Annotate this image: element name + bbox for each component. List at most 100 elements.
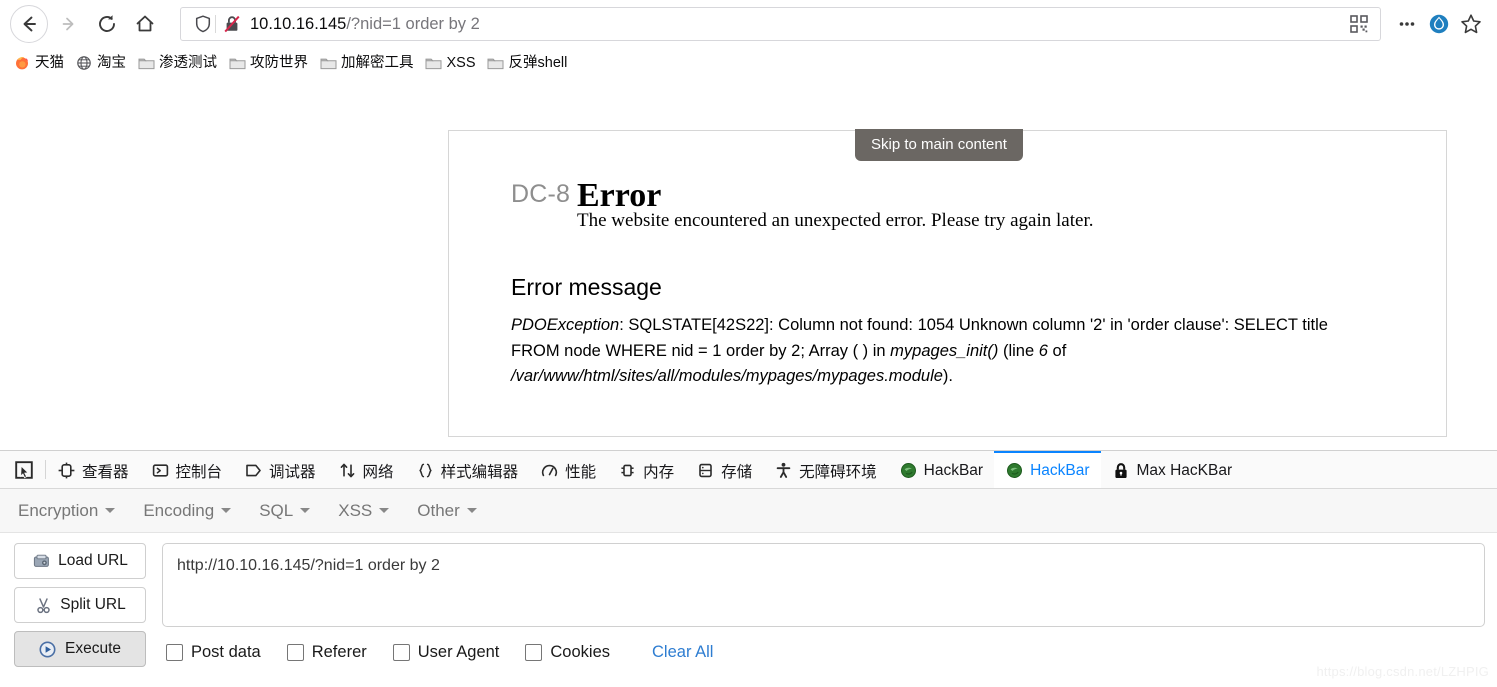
devtools-tab-label: 样式编辑器 — [440, 463, 519, 481]
drupal-drop-icon[interactable] — [1423, 8, 1455, 40]
reload-icon — [99, 15, 115, 32]
hackbar-menu-xss[interactable]: XSS — [338, 501, 405, 521]
console-icon — [151, 461, 170, 480]
devtools-tab-style-editor[interactable]: 样式编辑器 — [405, 451, 530, 488]
url-input[interactable]: http://10.10.16.145/?nid=1 order by 2 — [162, 543, 1485, 627]
devtools-tab-performance[interactable]: 性能 — [529, 451, 607, 488]
storage-icon — [696, 461, 715, 480]
hackbar-menu-label: SQL — [259, 500, 294, 520]
devtools-tab-label: 无障碍环境 — [799, 463, 877, 481]
hackbar-body: Load URL Split URL Execute http://10.10.… — [0, 533, 1497, 667]
chevron-down-icon — [379, 508, 390, 513]
devtools-tab-label: 内存 — [643, 463, 675, 481]
user-agent-option[interactable]: User Agent — [392, 643, 499, 662]
bookmark-item[interactable]: 天猫 — [10, 51, 70, 75]
folder-icon — [319, 55, 337, 71]
devtools-tab-storage[interactable]: 存储 — [685, 451, 763, 488]
address-bar[interactable]: 10.10.16.145/?nid=1 order by 2 — [180, 7, 1381, 41]
skip-to-main-content-link[interactable]: Skip to main content — [855, 129, 1023, 161]
qr-code-icon[interactable] — [1344, 10, 1374, 38]
cookies-checkbox[interactable] — [525, 644, 543, 661]
chevron-down-icon — [466, 508, 477, 513]
hackbar-menu-label: XSS — [338, 500, 373, 520]
devtools-panel: 查看器 控制台 调试器 网络 样式编辑器 性能 内存 存储 无障碍环境 Hack… — [0, 450, 1497, 687]
post-data-label: Post data — [191, 643, 261, 661]
hackbar-green-icon — [1005, 461, 1024, 480]
bookmark-item[interactable]: 淘宝 — [72, 51, 132, 75]
bookmarks-bar: 天猫 淘宝 渗透测试 攻防世界 加解密工具 XSS 反弹shell — [0, 48, 1497, 78]
devtools-tab-label: 性能 — [565, 463, 597, 481]
hackbar-menu-encoding[interactable]: Encoding — [143, 501, 247, 521]
user-agent-checkbox[interactable] — [392, 644, 410, 661]
devtools-tab-memory[interactable]: 内存 — [607, 451, 685, 488]
hackbar-menu-label: Encryption — [18, 500, 99, 520]
forward-button[interactable] — [52, 7, 86, 41]
reload-button[interactable] — [90, 7, 124, 41]
referer-option[interactable]: Referer — [286, 643, 367, 662]
crossed-padlock-icon[interactable] — [222, 14, 242, 34]
execute-button[interactable]: Execute — [14, 631, 146, 667]
devtools-tab-label: 网络 — [362, 463, 394, 481]
clear-all-link[interactable]: Clear All — [652, 643, 713, 662]
page-lede: The website encountered an unexpected er… — [577, 210, 1094, 231]
play-icon — [39, 640, 57, 658]
inspector-icon — [57, 461, 76, 480]
element-picker-icon[interactable] — [6, 451, 45, 488]
hackbar-menu-label: Other — [417, 500, 460, 520]
ellipsis-icon[interactable] — [1391, 8, 1423, 40]
chevron-down-icon — [300, 508, 311, 513]
hackbar-menu-label: Encoding — [143, 500, 215, 520]
home-icon — [136, 15, 154, 32]
devtools-tab-hackbar-2[interactable]: HackBar — [994, 451, 1101, 488]
devtools-tab-network[interactable]: 网络 — [327, 451, 405, 488]
watermark: https://blog.csdn.net/LZHPIG — [1316, 664, 1489, 679]
hackbar-menu-sql[interactable]: SQL — [259, 501, 326, 521]
arrow-left-icon — [23, 16, 36, 32]
bookmark-folder[interactable]: 反弹shell — [484, 51, 574, 75]
error-text-2: (line — [998, 341, 1039, 360]
devtools-tab-console[interactable]: 控制台 — [140, 451, 234, 488]
referer-checkbox[interactable] — [286, 644, 304, 661]
home-button[interactable] — [128, 7, 162, 41]
chevron-down-icon — [221, 508, 232, 513]
devtools-tab-hackbar-1[interactable]: HackBar — [888, 451, 994, 488]
bookmark-folder[interactable]: 渗透测试 — [134, 51, 223, 75]
memory-icon — [618, 461, 637, 480]
bookmark-folder[interactable]: 攻防世界 — [225, 51, 314, 75]
braces-icon — [416, 461, 435, 480]
bookmark-label: 反弹shell — [508, 55, 568, 71]
cookies-label: Cookies — [550, 643, 611, 661]
firefox-icon — [13, 55, 31, 71]
referer-label: Referer — [311, 643, 367, 661]
hackbar-menu-encryption[interactable]: Encryption — [18, 501, 131, 521]
hackbar-menu-other[interactable]: Other — [417, 501, 493, 521]
devtools-tab-debugger[interactable]: 调试器 — [233, 451, 327, 488]
devtools-tab-max-hackbar[interactable]: Max HacKBar — [1101, 451, 1244, 488]
bookmark-label: 加解密工具 — [341, 55, 414, 71]
back-button[interactable] — [10, 5, 48, 43]
hackbar-button-column: Load URL Split URL Execute — [14, 543, 162, 667]
star-icon[interactable] — [1455, 8, 1487, 40]
error-text-3: of — [1047, 341, 1067, 360]
scissors-icon — [34, 596, 52, 614]
bookmark-label: 攻防世界 — [250, 55, 308, 71]
bookmark-folder[interactable]: XSS — [422, 51, 482, 75]
split-url-label: Split URL — [60, 596, 126, 613]
devtools-tab-accessibility[interactable]: 无障碍环境 — [763, 451, 888, 488]
bookmark-label: 天猫 — [35, 55, 64, 71]
cookies-option[interactable]: Cookies — [525, 643, 610, 662]
post-data-option[interactable]: Post data — [166, 643, 261, 662]
file-path: /var/www/html/sites/all/modules/mypages/… — [511, 367, 943, 385]
split-url-button[interactable]: Split URL — [14, 587, 146, 623]
accessibility-person-icon — [774, 461, 793, 480]
error-message-body: PDOException: SQLSTATE[42S22]: Column no… — [511, 313, 1356, 390]
devtools-tab-label: HackBar — [923, 461, 984, 479]
devtools-tab-inspector[interactable]: 查看器 — [46, 451, 140, 488]
post-data-checkbox[interactable] — [166, 644, 183, 661]
load-url-button[interactable]: Load URL — [14, 543, 146, 579]
load-url-label: Load URL — [58, 552, 128, 569]
url-text[interactable]: 10.10.16.145/?nid=1 order by 2 — [248, 14, 1344, 34]
bookmark-folder[interactable]: 加解密工具 — [316, 51, 420, 75]
devtools-tab-label: 调试器 — [269, 463, 316, 481]
shield-icon[interactable] — [193, 14, 213, 34]
